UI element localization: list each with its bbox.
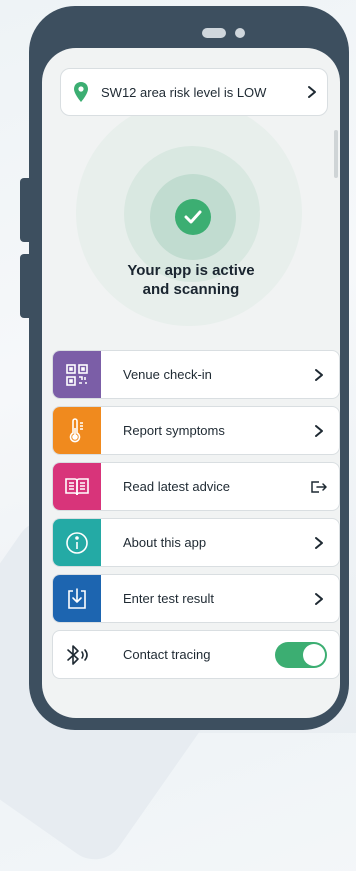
app-screen: SW12 area risk level is LOW Your app is … xyxy=(42,48,340,718)
menu-item-read-latest-advice[interactable]: Read latest advice xyxy=(52,462,340,511)
menu-item-label: Contact tracing xyxy=(123,647,211,662)
menu-item-venue-check-in[interactable]: Venue check-in xyxy=(52,350,340,399)
menu-item-enter-test-result[interactable]: Enter test result xyxy=(52,574,340,623)
volume-button xyxy=(20,178,32,242)
status-line-1: Your app is active xyxy=(127,262,255,279)
risk-level-text: SW12 area risk level is LOW xyxy=(101,84,267,100)
power-button xyxy=(20,254,32,318)
thermometer-icon xyxy=(53,407,101,454)
menu-item-about-this-app[interactable]: About this app xyxy=(52,518,340,567)
book-icon xyxy=(53,463,101,510)
qr-code-icon xyxy=(53,351,101,398)
external-link-icon xyxy=(299,480,339,494)
location-pin-icon xyxy=(61,81,101,103)
chevron-right-icon xyxy=(299,536,339,550)
status-line-2: and scanning xyxy=(142,281,240,298)
scan-status: Your app is active and scanning xyxy=(42,261,340,299)
chevron-right-icon xyxy=(299,424,339,438)
phone-speaker xyxy=(202,28,226,38)
active-check-icon xyxy=(175,199,211,235)
menu-item-report-symptoms[interactable]: Report symptoms xyxy=(52,406,340,455)
scrollbar[interactable] xyxy=(334,130,338,178)
download-icon xyxy=(53,575,101,622)
menu-item-contact-tracing: Contact tracing xyxy=(52,630,340,679)
menu-item-label: About this app xyxy=(123,535,207,550)
info-icon xyxy=(53,519,101,566)
menu-item-label: Report symptoms xyxy=(123,423,225,438)
bluetooth-icon xyxy=(53,631,101,678)
contact-tracing-toggle[interactable] xyxy=(275,641,327,668)
menu-item-label: Enter test result xyxy=(123,591,215,606)
chevron-right-icon xyxy=(299,368,339,382)
menu-list: Venue check-in Report symptoms Read late… xyxy=(52,350,340,686)
phone-camera xyxy=(235,28,245,38)
chevron-right-icon xyxy=(297,85,327,99)
toggle-knob xyxy=(303,643,325,666)
chevron-right-icon xyxy=(299,592,339,606)
menu-item-label: Read latest advice xyxy=(123,479,230,494)
risk-level-banner[interactable]: SW12 area risk level is LOW xyxy=(60,68,328,116)
menu-item-label: Venue check-in xyxy=(123,367,212,382)
